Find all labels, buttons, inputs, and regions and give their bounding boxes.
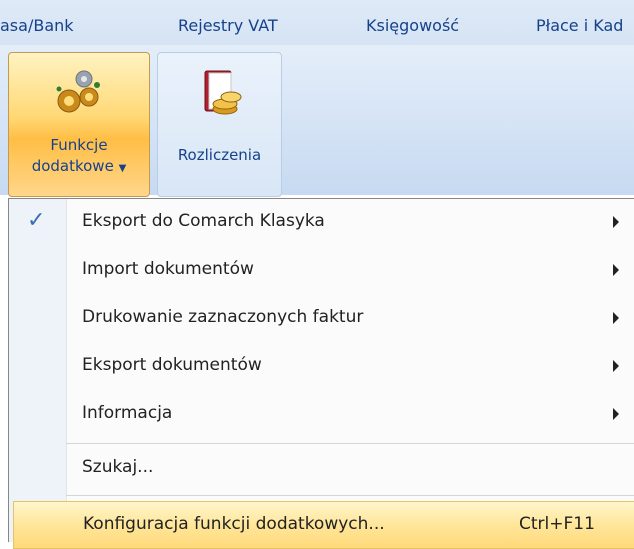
menu-item-drukowanie-faktur[interactable]: Drukowanie zaznaczonych faktur (9, 295, 634, 343)
submenu-arrow-icon (613, 360, 619, 372)
menu-separator (66, 495, 634, 496)
menu-separator (66, 443, 634, 444)
menu-item-eksport-klasyka[interactable]: ✓ Eksport do Comarch Klasyka (9, 199, 634, 247)
chevron-down-icon: ▼ (118, 163, 127, 174)
submenu-arrow-icon (613, 312, 619, 324)
funkcje-label-line2: dodatkowe ▼ (31, 157, 127, 175)
submenu-arrow-icon (613, 408, 619, 420)
funkcje-label-line1: Funkcje (50, 136, 108, 154)
menu-item-label: Konfiguracja funkcji dodatkowych... (83, 514, 385, 534)
submenu-arrow-icon (613, 216, 619, 228)
submenu-arrow-icon (613, 264, 619, 276)
rozliczenia-label: Rozliczenia (177, 146, 262, 164)
menu-item-label: Drukowanie zaznaczonych faktur (82, 307, 364, 327)
gears-icon (51, 67, 107, 123)
rozliczenia-button[interactable]: Rozliczenia (157, 52, 282, 197)
menu-item-label: Import dokumentów (82, 259, 254, 279)
tab-rejestry-vat[interactable]: Rejestry VAT (178, 16, 278, 35)
menu-item-import-dokumentow[interactable]: Import dokumentów (9, 247, 634, 295)
menu-item-label: Eksport dokumentów (82, 355, 262, 375)
tab-kasa-bank[interactable]: asa/Bank (0, 16, 74, 35)
funkcje-dodatkowe-button[interactable]: Funkcje dodatkowe ▼ (8, 52, 150, 197)
menu-item-label: Eksport do Comarch Klasyka (82, 211, 325, 231)
menu-item-shortcut: Ctrl+F11 (519, 514, 595, 534)
menu-item-informacja[interactable]: Informacja (9, 391, 634, 439)
ledger-coins-icon (191, 67, 249, 129)
menu-item-label: Informacja (82, 403, 173, 423)
menu-item-szukaj[interactable]: Szukaj... (9, 445, 634, 493)
checkmark-icon: ✓ (27, 208, 46, 233)
menu-item-eksport-dokumentow[interactable]: Eksport dokumentów (9, 343, 634, 391)
tab-ksiegowosc[interactable]: Księgowość (366, 16, 459, 35)
funkcje-dropdown-menu: ✓ Eksport do Comarch Klasyka Import doku… (8, 198, 634, 549)
tab-place-i-kadry[interactable]: Płace i Kad (536, 16, 623, 35)
menu-item-label: Szukaj... (82, 457, 154, 477)
